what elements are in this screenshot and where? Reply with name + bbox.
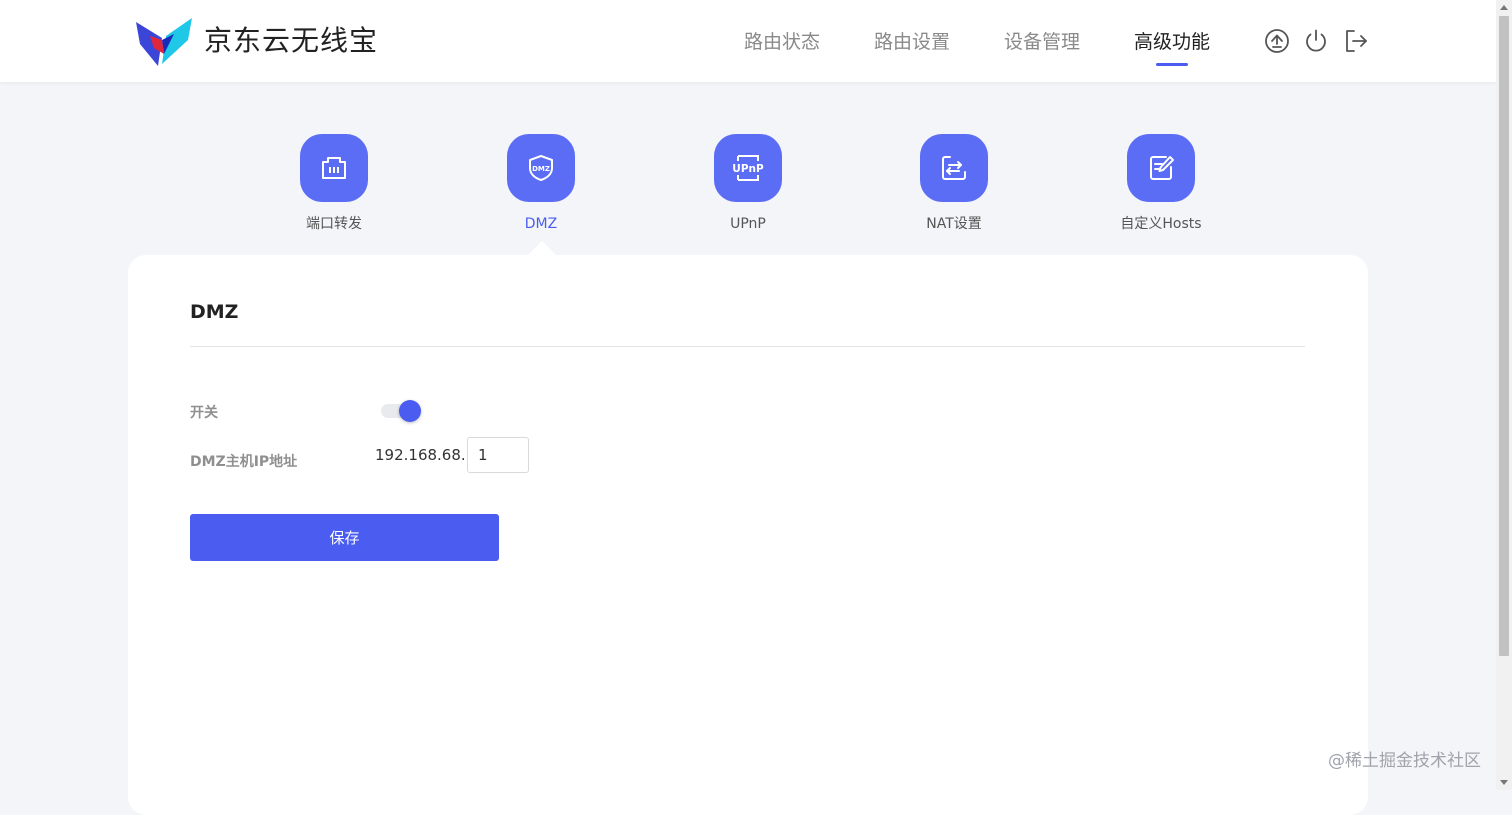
active-tab-pointer bbox=[528, 241, 556, 255]
dmz-settings-card: DMZ 开关 DMZ主机IP地址 192.168.68. 1 保存 bbox=[128, 255, 1368, 815]
ip-prefix: 192.168.68. bbox=[375, 446, 466, 464]
tab-dmz[interactable]: DMZ DMZ bbox=[481, 134, 601, 234]
page-scrollbar[interactable] bbox=[1496, 0, 1512, 790]
tab-label: NAT设置 bbox=[926, 216, 982, 232]
tab-upnp[interactable]: UPnP UPnP bbox=[688, 134, 808, 234]
dmz-enable-toggle[interactable] bbox=[381, 400, 421, 422]
tab-label: 自定义Hosts bbox=[1120, 216, 1202, 232]
hosts-icon-tile bbox=[1127, 134, 1195, 202]
dmz-icon-tile: DMZ bbox=[507, 134, 575, 202]
nav-device-management[interactable]: 设备管理 bbox=[1004, 28, 1080, 56]
tab-label: 端口转发 bbox=[306, 216, 362, 232]
divider bbox=[190, 346, 1305, 347]
nat-icon-tile bbox=[920, 134, 988, 202]
scroll-up-icon[interactable] bbox=[1500, 5, 1508, 10]
scroll-thumb[interactable] bbox=[1499, 16, 1509, 656]
scroll-down-icon[interactable] bbox=[1500, 780, 1508, 785]
top-header: 京东云无线宝 路由状态 路由设置 设备管理 高级功能 bbox=[0, 0, 1496, 82]
switch-label: 开关 bbox=[190, 405, 218, 421]
svg-text:UPnP: UPnP bbox=[732, 163, 764, 175]
tab-nat-settings[interactable]: NAT设置 bbox=[894, 134, 1014, 234]
tab-port-forwarding[interactable]: 端口转发 bbox=[274, 134, 394, 234]
jd-cloud-logo bbox=[136, 18, 192, 66]
tab-label: UPnP bbox=[730, 216, 766, 232]
upgrade-icon[interactable] bbox=[1264, 28, 1290, 54]
ip-last-octet-input[interactable]: 1 bbox=[467, 437, 529, 473]
host-ip-label: DMZ主机IP地址 bbox=[190, 454, 298, 470]
brand-name: 京东云无线宝 bbox=[204, 24, 379, 57]
active-nav-indicator bbox=[1156, 63, 1188, 66]
tab-label: DMZ bbox=[524, 216, 558, 232]
save-button[interactable]: 保存 bbox=[190, 514, 499, 561]
nav-advanced-features[interactable]: 高级功能 bbox=[1134, 28, 1210, 56]
nat-icon bbox=[942, 156, 966, 180]
nav-router-status[interactable]: 路由状态 bbox=[744, 28, 820, 56]
power-icon[interactable] bbox=[1303, 28, 1329, 54]
toggle-knob bbox=[399, 400, 421, 422]
upnp-icon-tile: UPnP bbox=[714, 134, 782, 202]
nav-router-settings[interactable]: 路由设置 bbox=[874, 28, 950, 56]
upnp-icon: UPnP bbox=[732, 155, 764, 181]
port-forward-icon-tile bbox=[300, 134, 368, 202]
card-title: DMZ bbox=[190, 301, 239, 323]
tab-custom-hosts[interactable]: 自定义Hosts bbox=[1101, 134, 1221, 234]
watermark: @稀土掘金技术社区 bbox=[1328, 751, 1481, 771]
port-forward-icon bbox=[322, 157, 346, 179]
svg-text:DMZ: DMZ bbox=[532, 165, 550, 173]
edit-hosts-icon bbox=[1150, 156, 1174, 180]
dmz-shield-icon: DMZ bbox=[529, 155, 553, 181]
logout-icon[interactable] bbox=[1343, 28, 1369, 54]
